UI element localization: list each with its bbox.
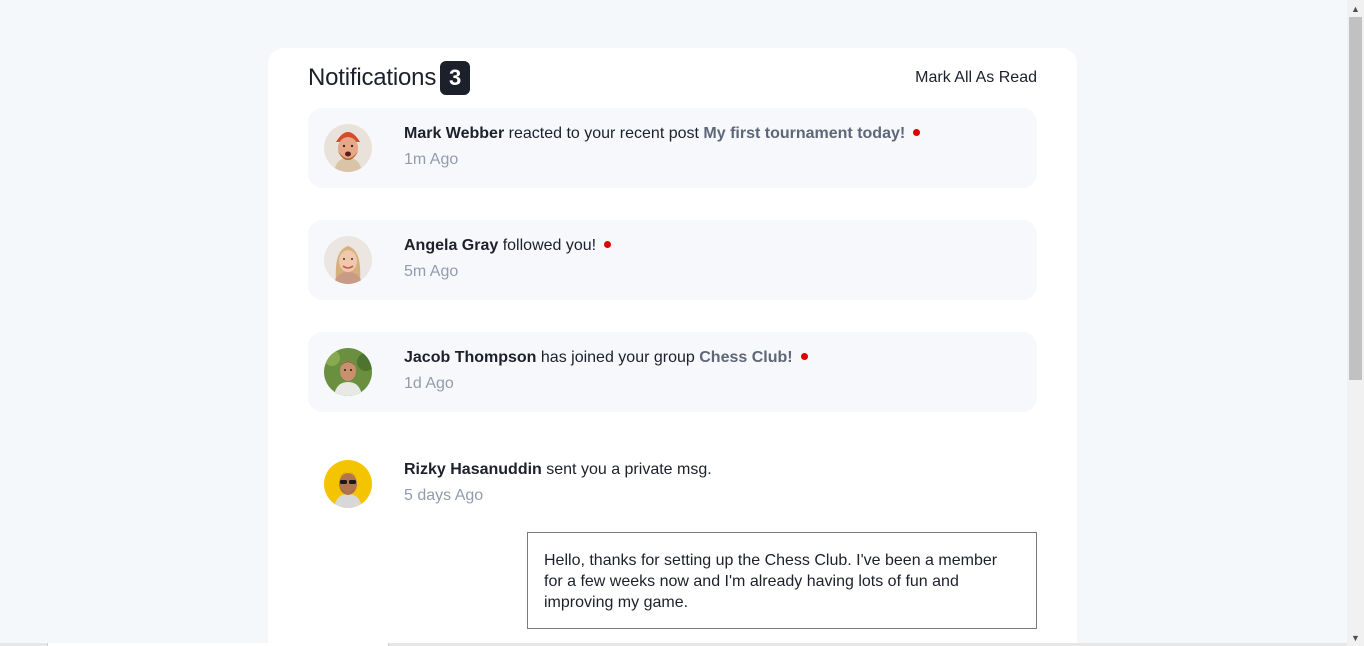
avatar-rizky-hasanuddin[interactable] [324, 460, 372, 508]
timestamp: 5m Ago [404, 263, 459, 280]
timestamp: 1d Ago [404, 375, 454, 392]
user-name-link[interactable]: Rizky Hasanuddin [404, 461, 542, 478]
notification-line: Jacob Thompson has joined your group Che… [404, 349, 808, 367]
notification-text: Angela Gray followed you! 5m Ago [404, 237, 612, 281]
avatar-angela-gray[interactable] [324, 236, 372, 284]
action-text: sent you a private msg. [541, 461, 712, 478]
action-text: followed you! [498, 237, 597, 254]
user-name-link[interactable]: Jacob Thompson [404, 349, 536, 366]
post-link[interactable]: My first tournament today! [703, 125, 905, 142]
group-link[interactable]: Chess Club! [699, 349, 792, 366]
mark-all-as-read-button[interactable]: Mark All As Read [915, 69, 1037, 87]
user-name-link[interactable]: Mark Webber [404, 125, 504, 142]
user-name-link[interactable]: Angela Gray [404, 237, 498, 254]
notification-text: Jacob Thompson has joined your group Che… [404, 349, 808, 393]
action-text: has joined your group [536, 349, 700, 366]
notification-line: Angela Gray followed you! [404, 237, 612, 255]
notification-line: Mark Webber reacted to your recent post … [404, 125, 921, 143]
notification-line: Rizky Hasanuddin sent you a private msg. [404, 461, 712, 479]
notification-item[interactable]: Jacob Thompson has joined your group Che… [308, 332, 1037, 412]
page-title: Notifications [308, 64, 437, 91]
unread-dot-icon [604, 241, 612, 249]
action-text: reacted to your recent post [504, 125, 704, 142]
unread-dot-icon [800, 353, 808, 361]
notification-text: Mark Webber reacted to your recent post … [404, 125, 921, 169]
notification-item[interactable]: Rizky Hasanuddin sent you a private msg.… [308, 444, 1037, 524]
timestamp: 1m Ago [404, 151, 459, 168]
notification-item[interactable]: Mark Webber reacted to your recent post … [308, 108, 1037, 188]
unread-dot-icon [913, 129, 921, 137]
scroll-up-icon[interactable]: ▲ [1347, 0, 1364, 17]
notification-item[interactable]: Angela Gray followed you! 5m Ago [308, 220, 1037, 300]
notification-text: Rizky Hasanuddin sent you a private msg.… [404, 461, 712, 505]
unread-count-badge: 3 [440, 61, 471, 95]
private-message-box[interactable]: Hello, thanks for setting up the Chess C… [527, 532, 1037, 629]
scroll-down-icon[interactable]: ▼ [1347, 629, 1364, 646]
timestamp: 5 days Ago [404, 487, 484, 504]
avatar-mark-webber[interactable] [324, 124, 372, 172]
notifications-header: Notifications 3 Mark All As Read [308, 61, 1037, 95]
title-wrap: Notifications 3 [308, 61, 471, 95]
vertical-scrollbar[interactable]: ▲ ▼ [1347, 0, 1364, 646]
scroll-thumb[interactable] [1349, 17, 1362, 380]
notifications-card: Notifications 3 Mark All As Read Mark We… [268, 48, 1077, 646]
avatar-jacob-thompson[interactable] [324, 348, 372, 396]
